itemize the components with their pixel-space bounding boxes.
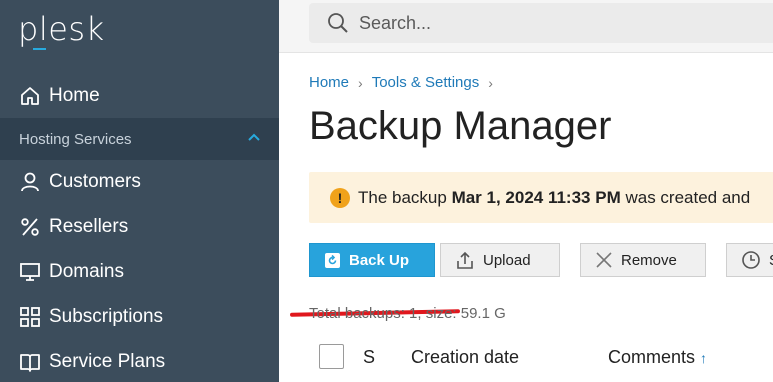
chevron-right-icon: ›: [488, 74, 493, 91]
column-header-status[interactable]: S: [363, 347, 375, 368]
column-header-creation-date[interactable]: Creation date: [411, 347, 519, 368]
sidebar-item-home[interactable]: Home: [0, 74, 279, 118]
sidebar-item-label: Resellers: [49, 216, 129, 237]
monitor-icon: [18, 260, 42, 284]
sidebar-item-service-plans[interactable]: Service Plans: [0, 340, 279, 382]
search-input[interactable]: [359, 12, 739, 34]
schedule-button[interactable]: S: [726, 243, 773, 277]
backup-alert: ! The backup Mar 1, 2024 11:33 PM was cr…: [309, 172, 773, 223]
page-title: Backup Manager: [309, 104, 612, 148]
backup-icon: [324, 252, 341, 269]
chevron-up-icon: [247, 131, 261, 150]
section-label: Hosting Services: [19, 130, 132, 148]
grid-icon: [18, 305, 42, 329]
remove-button[interactable]: Remove: [580, 243, 706, 277]
plesk-logo[interactable]: plesk: [18, 10, 105, 48]
breadcrumb-home[interactable]: Home: [309, 74, 349, 91]
chevron-right-icon: ›: [358, 74, 363, 91]
back-up-button[interactable]: Back Up: [309, 243, 435, 277]
percent-icon: [18, 215, 42, 239]
sidebar: plesk Home Hosting Services Customers Re: [0, 0, 279, 382]
topbar: [279, 0, 773, 53]
sidebar-item-label: Service Plans: [49, 351, 166, 372]
sidebar-item-resellers[interactable]: Resellers: [0, 205, 279, 249]
upload-icon: [455, 250, 475, 270]
book-icon: [18, 350, 42, 374]
sidebar-item-label: Subscriptions: [49, 306, 164, 327]
user-icon: [18, 170, 42, 194]
upload-button[interactable]: Upload: [440, 243, 560, 277]
sidebar-section-hosting-services[interactable]: Hosting Services: [0, 118, 279, 160]
sidebar-item-label: Home: [49, 85, 100, 106]
search-icon: [327, 12, 349, 34]
breadcrumb: Home › Tools & Settings ›: [309, 74, 502, 91]
select-all-checkbox[interactable]: [319, 344, 344, 369]
alert-text: The backup Mar 1, 2024 11:33 PM was crea…: [358, 187, 751, 207]
sidebar-item-subscriptions[interactable]: Subscriptions: [0, 295, 279, 339]
column-header-comments[interactable]: Comments ↑: [608, 347, 707, 368]
search-box[interactable]: [309, 3, 773, 43]
sidebar-item-domains[interactable]: Domains: [0, 250, 279, 294]
warning-icon: !: [330, 187, 350, 208]
clock-icon: [741, 250, 761, 270]
logo-accent: [33, 48, 46, 50]
table-header: S Creation date Comments ↑: [309, 340, 773, 374]
backup-summary: Total backups: 1, size: 59.1 G: [309, 305, 506, 322]
sort-asc-icon: ↑: [700, 350, 708, 366]
sidebar-item-customers[interactable]: Customers: [0, 160, 279, 204]
sidebar-item-label: Domains: [49, 261, 124, 282]
breadcrumb-tools-settings[interactable]: Tools & Settings: [372, 74, 480, 91]
close-icon: [595, 251, 613, 269]
alert-date: Mar 1, 2024 11:33 PM: [451, 187, 621, 207]
home-icon: [18, 84, 42, 108]
sidebar-item-label: Customers: [49, 171, 141, 192]
